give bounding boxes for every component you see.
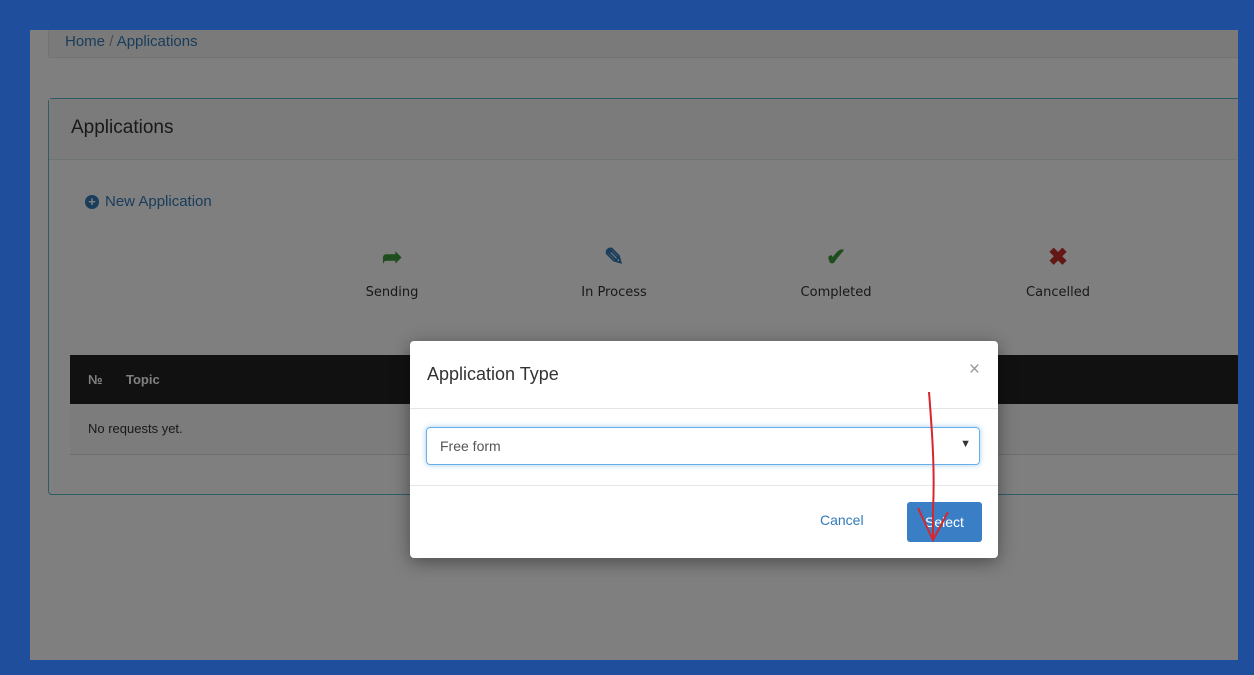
modal-title: Application Type — [427, 364, 559, 384]
cancel-button[interactable]: Cancel — [820, 512, 864, 528]
select-value: Free form — [440, 438, 501, 454]
chevron-down-icon: ▼ — [960, 438, 971, 450]
modal-body: Free form ▼ — [410, 409, 998, 486]
app-window: Home / Applications Applications + New A… — [30, 30, 1238, 660]
modal-header: Application Type × — [410, 341, 998, 409]
select-button[interactable]: Select — [907, 502, 982, 542]
modal-footer: Cancel Select — [410, 486, 998, 559]
close-icon[interactable]: × — [969, 359, 980, 381]
application-type-select[interactable]: Free form ▼ — [426, 427, 980, 465]
application-type-modal: Application Type × Free form ▼ Cancel Se… — [410, 341, 998, 558]
